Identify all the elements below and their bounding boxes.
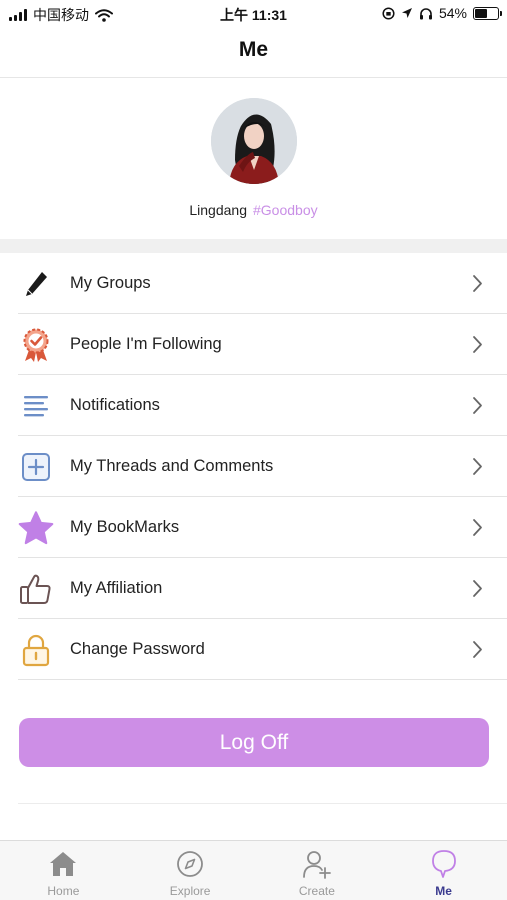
chevron-right-icon xyxy=(473,336,482,353)
orientation-lock-icon xyxy=(382,6,395,20)
tab-create[interactable]: Create xyxy=(254,841,381,900)
tab-label: Explore xyxy=(169,884,211,898)
profile-tag[interactable]: #Goodboy xyxy=(253,202,318,218)
menu-item-affiliation[interactable]: My Affiliation xyxy=(0,558,507,619)
chevron-right-icon xyxy=(473,641,482,658)
menu-item-my-groups[interactable]: My Groups xyxy=(0,253,507,314)
avatar-illustration xyxy=(211,98,297,184)
thumbs-up-icon xyxy=(18,571,54,607)
menu-item-change-password[interactable]: Change Password xyxy=(0,619,507,680)
menu-label: My Groups xyxy=(70,274,151,292)
log-off-button[interactable]: Log Off xyxy=(19,718,489,767)
chevron-right-icon xyxy=(473,580,482,597)
compass-icon xyxy=(175,849,205,879)
pencil-icon xyxy=(18,266,54,302)
section-separator xyxy=(0,239,507,253)
battery-fill xyxy=(475,8,487,18)
menu-label: Notifications xyxy=(70,396,160,414)
home-icon xyxy=(48,849,78,879)
battery-icon xyxy=(473,6,502,20)
avatar[interactable] xyxy=(211,98,297,184)
headphones-icon xyxy=(419,7,432,19)
chat-bubble-icon xyxy=(429,849,459,879)
page-title: Me xyxy=(238,38,269,61)
menu-label: Change Password xyxy=(70,640,205,658)
status-bar: 中国移动 上午 11:31 54% xyxy=(0,0,507,28)
add-user-icon xyxy=(302,849,332,879)
menu-list: My Groups People I'm Following Notificat… xyxy=(0,253,507,680)
profile-line: Lingdang #Goodboy xyxy=(0,202,507,218)
status-right: 54% xyxy=(382,5,502,21)
menu-label: My Affiliation xyxy=(70,579,163,597)
chevron-right-icon xyxy=(473,458,482,475)
chevron-right-icon xyxy=(473,519,482,536)
menu-label: My BookMarks xyxy=(70,518,180,536)
menu-item-notifications[interactable]: Notifications xyxy=(0,375,507,436)
menu-item-people-following[interactable]: People I'm Following xyxy=(0,314,507,375)
tab-explore[interactable]: Explore xyxy=(127,841,254,900)
lock-icon xyxy=(18,632,54,668)
tab-bar: Home Explore Create Me xyxy=(0,840,507,900)
header-divider xyxy=(0,77,507,78)
menu-label: My Threads and Comments xyxy=(70,457,274,475)
battery-percent: 54% xyxy=(438,5,467,21)
profile-name: Lingdang xyxy=(189,202,247,218)
menu-item-threads-comments[interactable]: My Threads and Comments xyxy=(0,436,507,497)
ribbon-badge-icon xyxy=(18,327,54,363)
plus-square-icon xyxy=(18,449,54,485)
star-icon xyxy=(18,510,54,546)
location-icon xyxy=(401,8,412,18)
content-bottom-divider xyxy=(18,803,507,804)
tab-label: Create xyxy=(298,884,335,898)
tab-label: Home xyxy=(47,884,80,898)
menu-item-bookmarks[interactable]: My BookMarks xyxy=(0,497,507,558)
tab-me[interactable]: Me xyxy=(380,841,507,900)
chevron-right-icon xyxy=(473,397,482,414)
menu-label: People I'm Following xyxy=(70,335,222,353)
chevron-right-icon xyxy=(473,275,482,292)
lines-icon xyxy=(18,388,54,424)
tab-home[interactable]: Home xyxy=(0,841,127,900)
tab-label: Me xyxy=(435,884,452,898)
